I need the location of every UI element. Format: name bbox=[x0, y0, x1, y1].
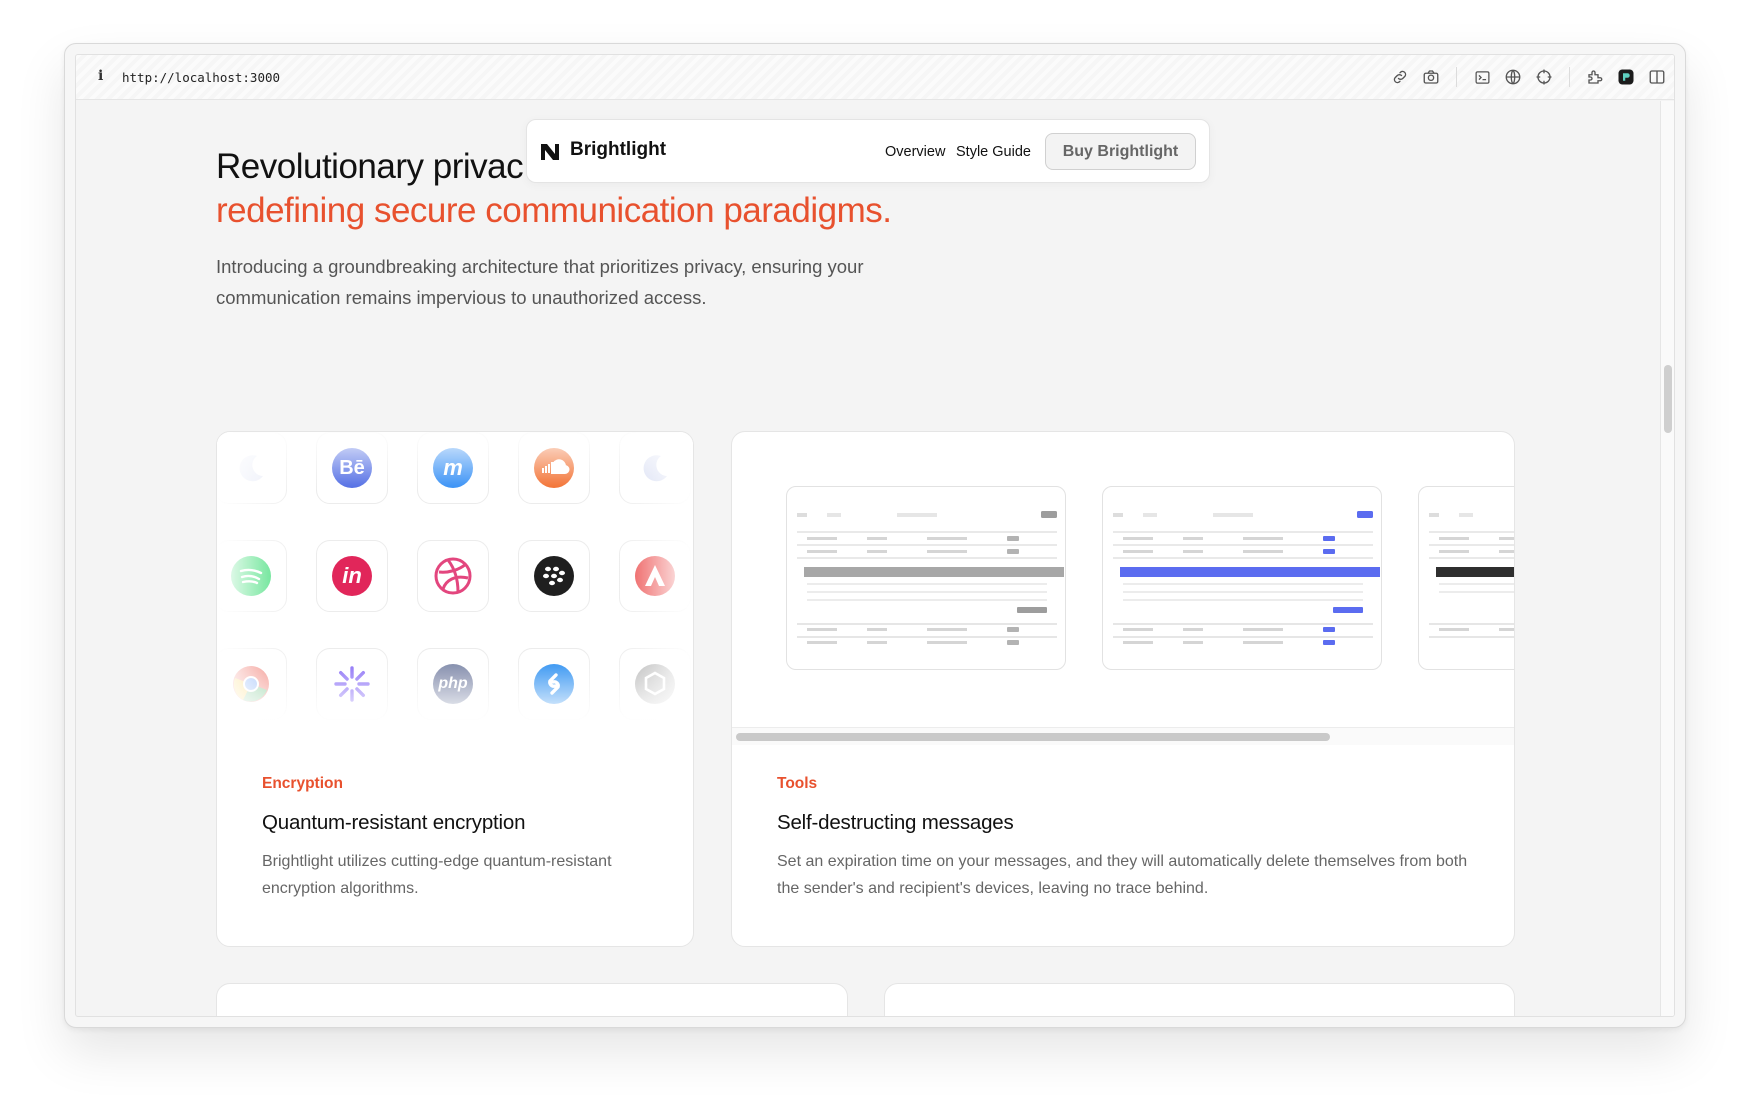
hero-title: Revolutionary privac bbox=[216, 147, 524, 186]
toolbar-divider bbox=[1456, 67, 1457, 87]
card-title: Self-destructing messages bbox=[777, 811, 1014, 834]
globe-icon[interactable] bbox=[1502, 66, 1524, 88]
nav-link-style-guide[interactable]: Style Guide bbox=[956, 144, 1031, 160]
sidebar-icon[interactable] bbox=[1646, 66, 1668, 88]
table-screenshot[interactable] bbox=[786, 486, 1066, 670]
app-icon[interactable] bbox=[1615, 66, 1637, 88]
integrations-icon-grid: Bē m in bbox=[217, 432, 693, 732]
feature-card-next-right bbox=[884, 983, 1515, 1016]
crosshair-icon[interactable] bbox=[1533, 66, 1555, 88]
extension-icon[interactable] bbox=[1584, 66, 1606, 88]
feature-card-next-left bbox=[216, 983, 848, 1016]
screenshot-carousel[interactable] bbox=[732, 432, 1514, 728]
blackberry-icon bbox=[518, 540, 590, 612]
card-body: Brightlight utilizes cutting-edge quantu… bbox=[262, 853, 612, 897]
buy-button[interactable]: Buy Brightlight bbox=[1045, 133, 1196, 170]
card-title: Quantum-resistant encryption bbox=[262, 811, 526, 834]
table-screenshot[interactable] bbox=[1418, 486, 1514, 670]
terminal-icon[interactable] bbox=[1471, 66, 1493, 88]
nav-link-overview[interactable]: Overview bbox=[885, 144, 945, 160]
card-eyebrow: Encryption bbox=[262, 775, 343, 792]
page-scroll-thumb[interactable] bbox=[1664, 365, 1672, 433]
floating-navbar: Brightlight Overview Style Guide Buy Bri… bbox=[526, 119, 1210, 183]
card-eyebrow: Tools bbox=[777, 775, 818, 792]
carousel-scroll-thumb[interactable] bbox=[736, 733, 1330, 741]
page-content: Revolutionary privac redefining secure c… bbox=[76, 101, 1660, 1016]
toolbar-divider bbox=[1569, 67, 1570, 87]
carousel-scrollbar[interactable] bbox=[732, 727, 1514, 745]
browser-toolbar: i http://localhost:3000 bbox=[76, 55, 1674, 100]
toolbar-icons bbox=[1389, 66, 1668, 88]
page-scrollbar[interactable] bbox=[1660, 101, 1674, 1016]
feature-card-encryption: Bē m in bbox=[216, 431, 694, 947]
browser-window: i http://localhost:3000 Revolutionary pr… bbox=[64, 43, 1686, 1028]
invision-icon: in bbox=[316, 540, 388, 612]
table-screenshot[interactable] bbox=[1102, 486, 1382, 670]
camera-icon[interactable] bbox=[1420, 66, 1442, 88]
browser-viewport: i http://localhost:3000 Revolutionary pr… bbox=[75, 54, 1675, 1017]
address-bar[interactable]: http://localhost:3000 bbox=[122, 70, 280, 85]
info-icon[interactable]: i bbox=[98, 68, 103, 84]
hero-subtitle: Introducing a groundbreaking architectur… bbox=[216, 256, 864, 308]
link-icon[interactable] bbox=[1389, 66, 1411, 88]
feature-card-tools: Tools Self-destructing messages Set an e… bbox=[731, 431, 1515, 947]
brand-name[interactable]: Brightlight bbox=[570, 139, 666, 161]
card-body: Set an expiration time on your messages,… bbox=[777, 853, 1468, 897]
brightlight-logo-icon[interactable] bbox=[539, 142, 561, 167]
hero-title-accent: redefining secure communication paradigm… bbox=[216, 191, 892, 230]
dribbble-icon bbox=[417, 540, 489, 612]
grid-fade-top bbox=[217, 432, 693, 492]
grid-fade-bottom bbox=[217, 652, 693, 722]
